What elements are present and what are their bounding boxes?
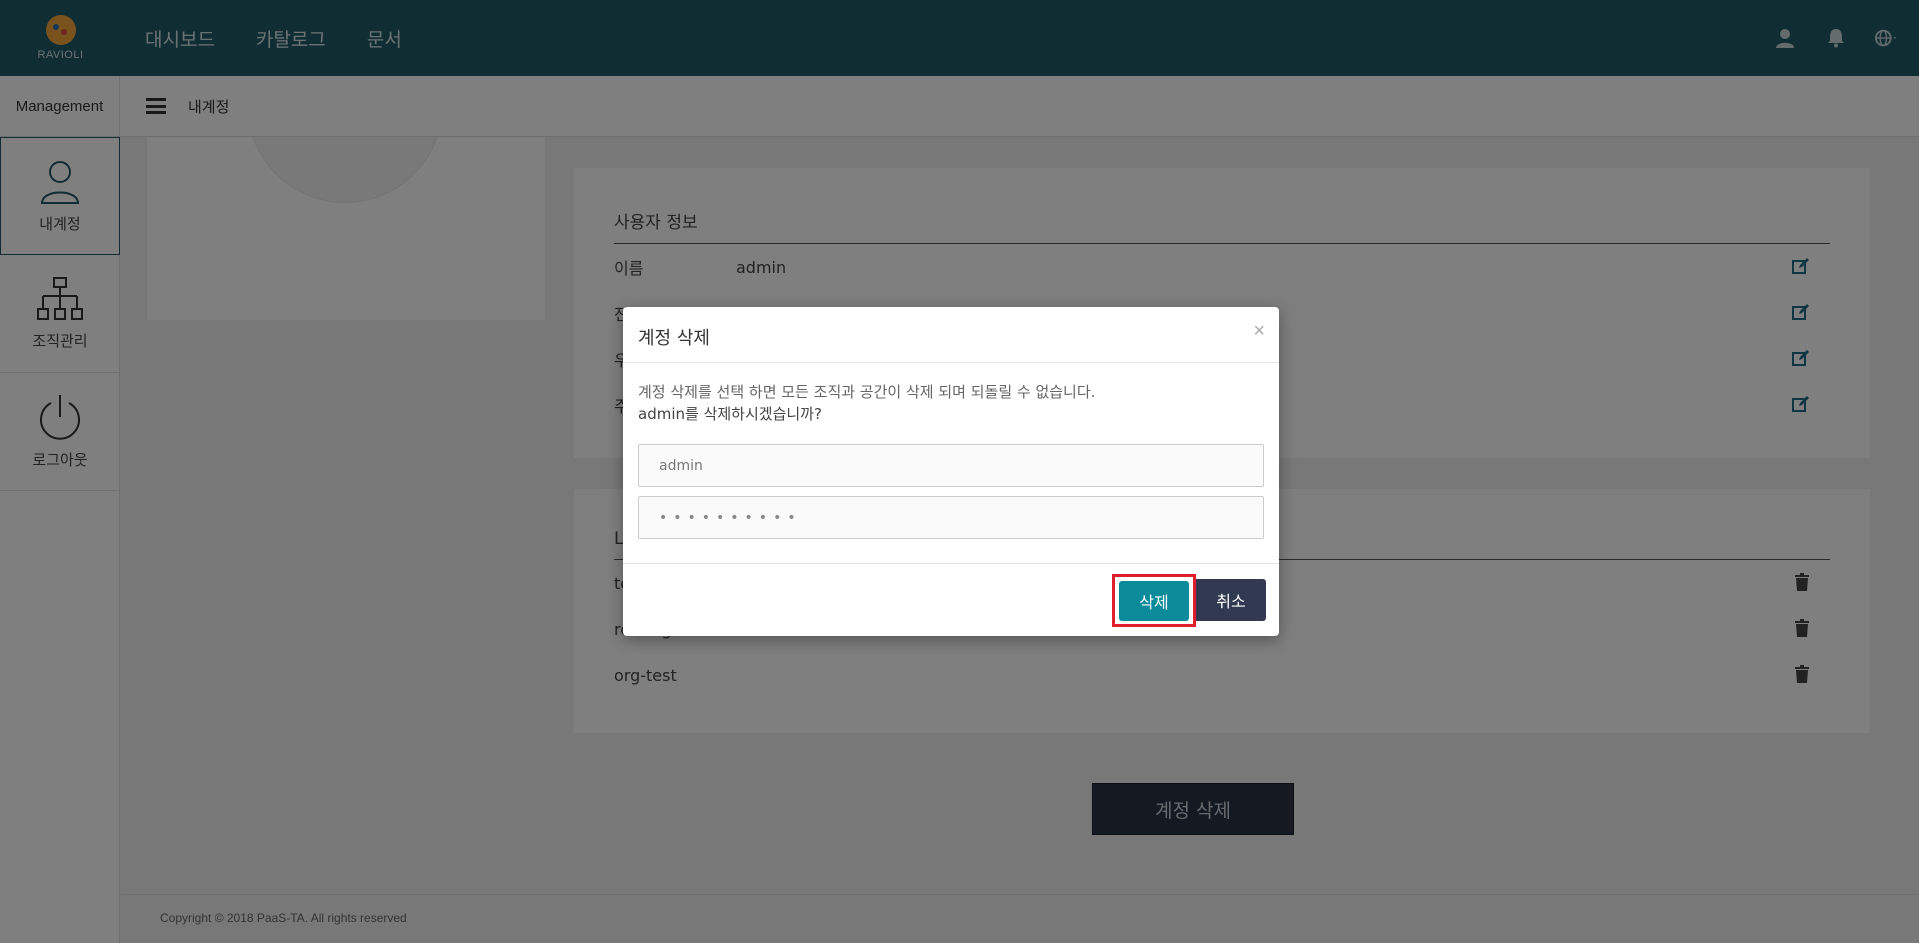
cancel-button[interactable]: 취소 <box>1196 579 1266 621</box>
confirm-delete-button[interactable]: 삭제 <box>1119 580 1189 621</box>
modal-header: 계정 삭제 × <box>623 307 1279 363</box>
username-field[interactable]: admin <box>638 444 1264 487</box>
delete-account-modal: 계정 삭제 × 계정 삭제를 선택 하면 모든 조직과 공간이 삭제 되며 되돌… <box>623 307 1279 636</box>
modal-body: 계정 삭제를 선택 하면 모든 조직과 공간이 삭제 되며 되돌릴 수 없습니다… <box>623 363 1279 539</box>
confirm-question: admin를 삭제하시겠습니까? <box>638 405 822 423</box>
close-icon[interactable]: × <box>1253 321 1265 341</box>
modal-title: 계정 삭제 <box>638 328 710 349</box>
modal-footer: 삭제 취소 <box>623 563 1279 636</box>
warning-message: 계정 삭제를 선택 하면 모든 조직과 공간이 삭제 되며 되돌릴 수 없습니다… <box>638 383 1096 401</box>
password-field[interactable]: •••••••••• <box>638 496 1264 539</box>
highlight-box: 삭제 <box>1112 574 1196 627</box>
